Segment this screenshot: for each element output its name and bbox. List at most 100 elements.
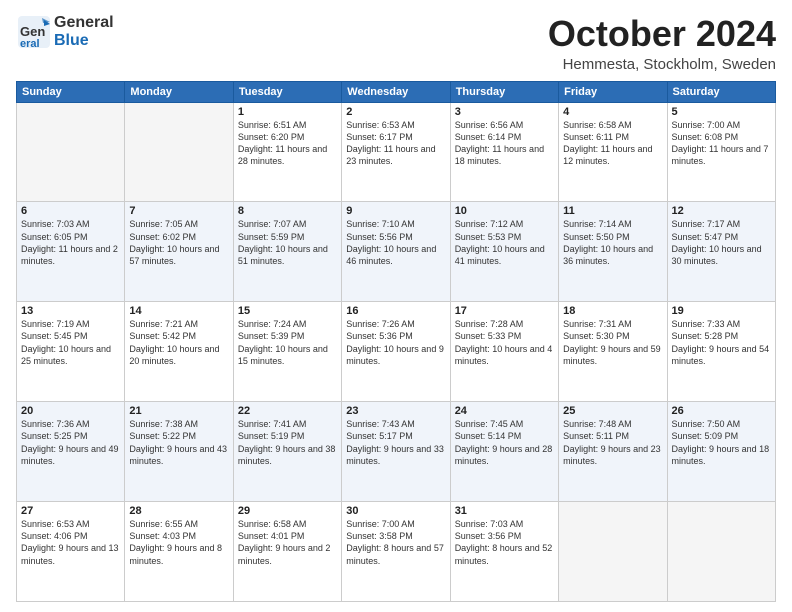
calendar-cell: 3 Sunrise: 6:56 AMSunset: 6:14 PMDaylight… [450, 102, 558, 202]
day-info: Sunrise: 7:38 AMSunset: 5:22 PMDaylight:… [129, 419, 227, 465]
day-info: Sunrise: 6:58 AMSunset: 4:01 PMDaylight:… [238, 519, 331, 565]
day-number: 20 [21, 405, 120, 417]
day-info: Sunrise: 7:19 AMSunset: 5:45 PMDaylight:… [21, 319, 111, 365]
day-info: Sunrise: 7:14 AMSunset: 5:50 PMDaylight:… [563, 219, 653, 265]
title-area: October 2024 Hemmesta, Stockholm, Sweden [548, 14, 776, 73]
day-number: 19 [672, 305, 771, 317]
day-info: Sunrise: 7:41 AMSunset: 5:19 PMDaylight:… [238, 419, 336, 465]
calendar-cell: 11 Sunrise: 7:14 AMSunset: 5:50 PMDayligh… [559, 202, 667, 302]
calendar-cell: 7 Sunrise: 7:05 AMSunset: 6:02 PMDaylight… [125, 202, 233, 302]
day-number: 29 [238, 505, 337, 517]
calendar-cell: 12 Sunrise: 7:17 AMSunset: 5:47 PMDayligh… [667, 202, 775, 302]
day-number: 12 [672, 205, 771, 217]
calendar-row-2: 13Sunrise: 7:19 AMSunset: 5:45 PMDayligh… [17, 302, 776, 402]
day-info: Sunrise: 7:36 AMSunset: 5:25 PMDaylight:… [21, 419, 119, 465]
calendar-cell: 25 Sunrise: 7:48 AMSunset: 5:11 PMDayligh… [559, 402, 667, 502]
header-thursday: Thursday [450, 81, 558, 102]
weekday-header-row: Sunday Monday Tuesday Wednesday Thursday… [17, 81, 776, 102]
calendar-cell: 24Sunrise: 7:45 AMSunset: 5:14 PMDayligh… [450, 402, 558, 502]
location-title: Hemmesta, Stockholm, Sweden [548, 56, 776, 73]
page: Gen eral General Blue October 2024 Hemme… [0, 0, 792, 612]
day-info: Sunrise: 7:17 AMSunset: 5:47 PMDaylight:… [672, 219, 762, 265]
day-info: Sunrise: 6:58 AMSunset: 6:11 PMDaylight:… [563, 120, 652, 166]
day-number: 14 [129, 305, 228, 317]
day-number: 5 [672, 106, 771, 118]
day-info: Sunrise: 7:31 AMSunset: 5:30 PMDaylight:… [563, 319, 661, 365]
day-info: Sunrise: 6:53 AMSunset: 6:17 PMDaylight:… [346, 120, 435, 166]
day-number: 10 [455, 205, 554, 217]
logo-icon: Gen eral [16, 14, 52, 50]
header-monday: Monday [125, 81, 233, 102]
day-info: Sunrise: 7:03 AMSunset: 6:05 PMDaylight:… [21, 219, 118, 265]
calendar-cell: 8 Sunrise: 7:07 AMSunset: 5:59 PMDaylight… [233, 202, 341, 302]
day-info: Sunrise: 7:07 AMSunset: 5:59 PMDaylight:… [238, 219, 328, 265]
calendar-cell: 20 Sunrise: 7:36 AMSunset: 5:25 PMDayligh… [17, 402, 125, 502]
calendar-cell: 9Sunrise: 7:10 AMSunset: 5:56 PMDaylight… [342, 202, 450, 302]
day-number: 3 [455, 106, 554, 118]
day-info: Sunrise: 6:53 AMSunset: 4:06 PMDaylight:… [21, 519, 119, 565]
calendar-cell: 31 Sunrise: 7:03 AMSunset: 3:56 PMDayligh… [450, 502, 558, 602]
day-number: 31 [455, 505, 554, 517]
day-info: Sunrise: 7:05 AMSunset: 6:02 PMDaylight:… [129, 219, 219, 265]
calendar-cell: 30 Sunrise: 7:00 AMSunset: 3:58 PMDayligh… [342, 502, 450, 602]
calendar-cell: 10 Sunrise: 7:12 AMSunset: 5:53 PMDayligh… [450, 202, 558, 302]
calendar-row-0: 1 Sunrise: 6:51 AMSunset: 6:20 PMDaylight… [17, 102, 776, 202]
day-number: 11 [563, 205, 662, 217]
day-info: Sunrise: 6:56 AMSunset: 6:14 PMDaylight:… [455, 120, 544, 166]
day-info: Sunrise: 7:03 AMSunset: 3:56 PMDaylight:… [455, 519, 553, 565]
day-number: 26 [672, 405, 771, 417]
day-info: Sunrise: 6:51 AMSunset: 6:20 PMDaylight:… [238, 120, 327, 166]
logo-general: General [54, 14, 114, 32]
day-number: 8 [238, 205, 337, 217]
header-friday: Friday [559, 81, 667, 102]
day-info: Sunrise: 7:24 AMSunset: 5:39 PMDaylight:… [238, 319, 328, 365]
calendar-cell: 18Sunrise: 7:31 AMSunset: 5:30 PMDayligh… [559, 302, 667, 402]
day-info: Sunrise: 7:50 AMSunset: 5:09 PMDaylight:… [672, 419, 770, 465]
calendar-cell: 17 Sunrise: 7:28 AMSunset: 5:33 PMDayligh… [450, 302, 558, 402]
calendar-row-1: 6 Sunrise: 7:03 AMSunset: 6:05 PMDaylight… [17, 202, 776, 302]
day-info: Sunrise: 7:33 AMSunset: 5:28 PMDaylight:… [672, 319, 770, 365]
day-info: Sunrise: 7:00 AMSunset: 6:08 PMDaylight:… [672, 120, 769, 166]
header-saturday: Saturday [667, 81, 775, 102]
svg-text:Gen: Gen [20, 24, 45, 39]
calendar-cell: 14Sunrise: 7:21 AMSunset: 5:42 PMDayligh… [125, 302, 233, 402]
calendar-cell: 16 Sunrise: 7:26 AMSunset: 5:36 PMDayligh… [342, 302, 450, 402]
day-number: 16 [346, 305, 445, 317]
day-number: 1 [238, 106, 337, 118]
day-number: 22 [238, 405, 337, 417]
calendar-cell: 5 Sunrise: 7:00 AMSunset: 6:08 PMDaylight… [667, 102, 775, 202]
day-info: Sunrise: 7:48 AMSunset: 5:11 PMDaylight:… [563, 419, 661, 465]
logo-blue: Blue [54, 32, 114, 50]
day-number: 9 [346, 205, 445, 217]
day-number: 4 [563, 106, 662, 118]
calendar-row-4: 27 Sunrise: 6:53 AMSunset: 4:06 PMDayligh… [17, 502, 776, 602]
header-wednesday: Wednesday [342, 81, 450, 102]
calendar-cell: 23 Sunrise: 7:43 AMSunset: 5:17 PMDayligh… [342, 402, 450, 502]
day-number: 7 [129, 205, 228, 217]
day-number: 6 [21, 205, 120, 217]
day-number: 27 [21, 505, 120, 517]
header: Gen eral General Blue October 2024 Hemme… [16, 14, 776, 73]
day-info: Sunrise: 7:28 AMSunset: 5:33 PMDaylight:… [455, 319, 553, 365]
day-info: Sunrise: 7:12 AMSunset: 5:53 PMDaylight:… [455, 219, 545, 265]
calendar-cell: 27 Sunrise: 6:53 AMSunset: 4:06 PMDayligh… [17, 502, 125, 602]
day-number: 23 [346, 405, 445, 417]
header-tuesday: Tuesday [233, 81, 341, 102]
calendar-cell: 21Sunrise: 7:38 AMSunset: 5:22 PMDayligh… [125, 402, 233, 502]
day-number: 25 [563, 405, 662, 417]
day-number: 17 [455, 305, 554, 317]
calendar-cell: 1 Sunrise: 6:51 AMSunset: 6:20 PMDaylight… [233, 102, 341, 202]
calendar-cell: 19 Sunrise: 7:33 AMSunset: 5:28 PMDayligh… [667, 302, 775, 402]
day-number: 24 [455, 405, 554, 417]
day-number: 28 [129, 505, 228, 517]
day-info: Sunrise: 7:00 AMSunset: 3:58 PMDaylight:… [346, 519, 444, 565]
calendar-cell [667, 502, 775, 602]
calendar-row-3: 20 Sunrise: 7:36 AMSunset: 5:25 PMDayligh… [17, 402, 776, 502]
day-number: 30 [346, 505, 445, 517]
day-info: Sunrise: 7:43 AMSunset: 5:17 PMDaylight:… [346, 419, 444, 465]
calendar-cell [125, 102, 233, 202]
calendar-cell: 28Sunrise: 6:55 AMSunset: 4:03 PMDayligh… [125, 502, 233, 602]
day-info: Sunrise: 7:26 AMSunset: 5:36 PMDaylight:… [346, 319, 444, 365]
day-number: 15 [238, 305, 337, 317]
calendar: Sunday Monday Tuesday Wednesday Thursday… [16, 81, 776, 602]
